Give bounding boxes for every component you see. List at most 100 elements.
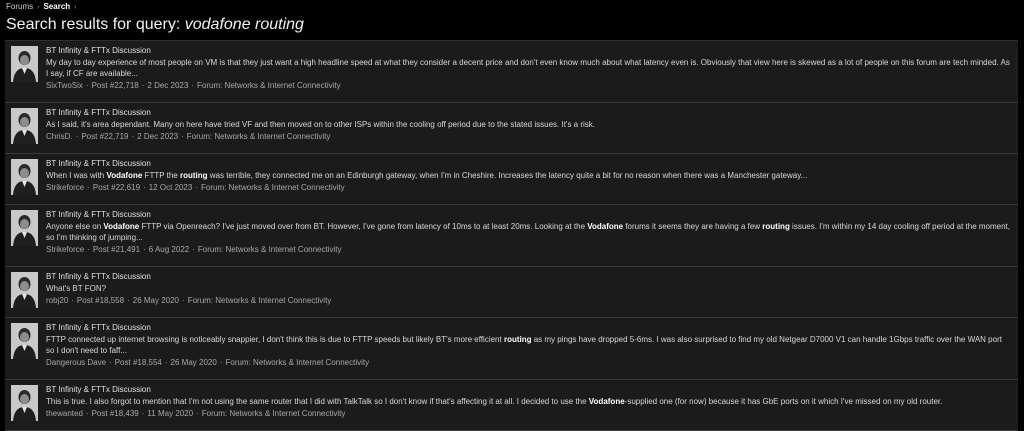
separator-dot: · xyxy=(141,81,145,90)
result-date: 12 Oct 2023 xyxy=(148,183,193,192)
result-forum[interactable]: Forum: Networks & Internet Connectivity xyxy=(202,409,346,418)
result-snippet[interactable]: As I said, it's area dependant. Many on … xyxy=(46,119,1010,130)
result-thread-title[interactable]: BT Infinity & FTTx Discussion xyxy=(46,158,1010,169)
result-author[interactable]: Strikeforce xyxy=(46,245,84,254)
separator-dot: · xyxy=(85,81,89,90)
search-result[interactable]: BT Infinity & FTTx Discussion What's BT … xyxy=(5,267,1018,318)
separator-dot: · xyxy=(196,409,199,418)
separator-dot: · xyxy=(127,296,130,305)
result-author[interactable]: SixTwoSix xyxy=(46,81,83,90)
result-author[interactable]: robj20 xyxy=(46,296,68,305)
result-author[interactable]: Strikeforce xyxy=(46,183,84,192)
avatar[interactable] xyxy=(11,323,38,359)
search-result[interactable]: BT Infinity & FTTx Discussion This is tr… xyxy=(5,380,1018,431)
result-thread-title[interactable]: BT Infinity & FTTx Discussion xyxy=(46,209,1010,220)
separator-dot: · xyxy=(164,358,168,367)
avatar[interactable]: 2023 xyxy=(11,108,38,144)
result-thread-title[interactable]: BT Infinity & FTTx Discussion xyxy=(46,107,1010,118)
search-query: vodafone routing xyxy=(184,16,304,33)
result-forum[interactable]: Forum: Networks & Internet Connectivity xyxy=(197,81,341,90)
separator-dot: · xyxy=(181,132,184,141)
result-snippet[interactable]: My day to day experience of most people … xyxy=(46,57,1010,79)
breadcrumb: Forums › Search › xyxy=(0,0,1024,14)
user-avatar-icon xyxy=(11,272,38,308)
separator-dot: · xyxy=(87,245,90,254)
result-thread-title[interactable]: BT Infinity & FTTx Discussion xyxy=(46,384,1010,395)
result-author[interactable]: thewanted xyxy=(46,409,83,418)
separator-dot: · xyxy=(191,81,194,90)
user-avatar-icon xyxy=(11,210,38,246)
search-result[interactable]: 2023 BT Infinity & FTTx Discussion As I … xyxy=(5,103,1018,154)
separator-dot: · xyxy=(192,245,195,254)
result-snippet[interactable]: FTTP connected up internet browsing is n… xyxy=(46,334,1010,356)
result-snippet[interactable]: Anyone else on Vodafone FTTP via Openrea… xyxy=(46,221,1010,243)
chevron-right-icon: › xyxy=(37,4,40,11)
result-post-number[interactable]: Post #18,554 xyxy=(115,358,162,367)
result-meta: Dangerous Dave · Post #18,554 · 26 May 2020 ·… xyxy=(46,357,1010,368)
result-date: 2 Dec 2023 xyxy=(137,132,179,141)
result-date: 6 Aug 2022 xyxy=(148,245,190,254)
result-forum[interactable]: Forum: Networks & Internet Connectivity xyxy=(225,358,369,367)
separator-dot: · xyxy=(182,296,185,305)
separator-dot: · xyxy=(71,296,74,305)
avatar[interactable] xyxy=(11,159,38,195)
chevron-right-icon: › xyxy=(74,4,77,11)
result-post-number[interactable]: Post #22,619 xyxy=(93,183,140,192)
separator-dot: · xyxy=(143,245,146,254)
result-meta: SixTwoSix · Post #22,718 · 2 Dec 2023 · Forum:… xyxy=(46,80,1010,91)
result-date: 26 May 2020 xyxy=(170,358,217,367)
result-author[interactable]: Dangerous Dave xyxy=(46,358,106,367)
separator-dot: · xyxy=(109,358,112,367)
avatar-year: 2023 xyxy=(17,137,32,143)
result-forum[interactable]: Forum: Networks & Internet Connectivity xyxy=(188,296,332,305)
search-result[interactable]: BT Infinity & FTTx Discussion My day to … xyxy=(5,41,1018,103)
user-avatar-icon xyxy=(11,46,38,82)
separator-dot: · xyxy=(195,183,198,192)
result-thread-title[interactable]: BT Infinity & FTTx Discussion xyxy=(46,322,1010,333)
user-avatar-icon xyxy=(11,323,38,359)
result-meta: thewanted · Post #18,439 · 11 May 2020 · Forum… xyxy=(46,408,1010,419)
result-meta: robj20 · Post #18,558 · 26 May 2020 · Forum: N… xyxy=(46,295,1010,306)
result-post-number[interactable]: Post #21,491 xyxy=(93,245,140,254)
page-title-prefix: Search results for query: xyxy=(6,16,181,33)
result-thread-title[interactable]: BT Infinity & FTTx Discussion xyxy=(46,271,1010,282)
result-meta: ChrisD. · Post #22,719 · 2 Dec 2023 · Forum: N… xyxy=(46,131,1010,142)
result-author[interactable]: ChrisD. xyxy=(46,132,73,141)
result-post-number[interactable]: Post #22,719 xyxy=(81,132,128,141)
avatar[interactable] xyxy=(11,385,38,421)
result-snippet[interactable]: This is true. I also forgot to mention t… xyxy=(46,396,1010,407)
search-result[interactable]: BT Infinity & FTTx Discussion Anyone els… xyxy=(5,205,1018,267)
result-thread-title[interactable]: BT Infinity & FTTx Discussion xyxy=(46,45,1010,56)
result-meta: Strikeforce · Post #21,491 · 6 Aug 2022 · Foru… xyxy=(46,244,1010,255)
separator-dot: · xyxy=(141,409,145,418)
avatar[interactable] xyxy=(11,272,38,308)
result-post-number[interactable]: Post #22,718 xyxy=(92,81,139,90)
result-date: 2 Dec 2023 xyxy=(147,81,189,90)
search-result[interactable]: BT Infinity & FTTx Discussion FTTP conne… xyxy=(5,318,1018,380)
result-date: 11 May 2020 xyxy=(147,409,194,418)
result-snippet[interactable]: What's BT FON? xyxy=(46,283,1010,294)
separator-dot: · xyxy=(131,132,135,141)
avatar[interactable] xyxy=(11,46,38,82)
avatar[interactable] xyxy=(11,210,38,246)
result-meta: Strikeforce · Post #22,619 · 12 Oct 2023 · For… xyxy=(46,182,1010,193)
separator-dot: · xyxy=(219,358,223,367)
search-results-list: BT Infinity & FTTx Discussion My day to … xyxy=(5,40,1018,431)
result-forum[interactable]: Forum: Networks & Internet Connectivity xyxy=(198,245,342,254)
result-post-number[interactable]: Post #18,439 xyxy=(92,409,139,418)
separator-dot: · xyxy=(143,183,146,192)
breadcrumb-search[interactable]: Search xyxy=(43,2,70,11)
result-forum[interactable]: Forum: Networks & Internet Connectivity xyxy=(187,132,331,141)
page-title: Search results for query: vodafone routi… xyxy=(0,14,1024,40)
result-date: 26 May 2020 xyxy=(132,296,180,305)
user-avatar-icon xyxy=(11,385,38,421)
separator-dot: · xyxy=(85,409,89,418)
search-result[interactable]: BT Infinity & FTTx Discussion When I was… xyxy=(5,154,1018,205)
breadcrumb-forums[interactable]: Forums xyxy=(6,2,33,11)
result-snippet[interactable]: When I was with Vodafone FTTP the routin… xyxy=(46,170,1010,181)
separator-dot: · xyxy=(87,183,90,192)
user-avatar-icon xyxy=(11,159,38,195)
result-post-number[interactable]: Post #18,558 xyxy=(77,296,124,305)
separator-dot: · xyxy=(75,132,79,141)
result-forum[interactable]: Forum: Networks & Internet Connectivity xyxy=(201,183,345,192)
